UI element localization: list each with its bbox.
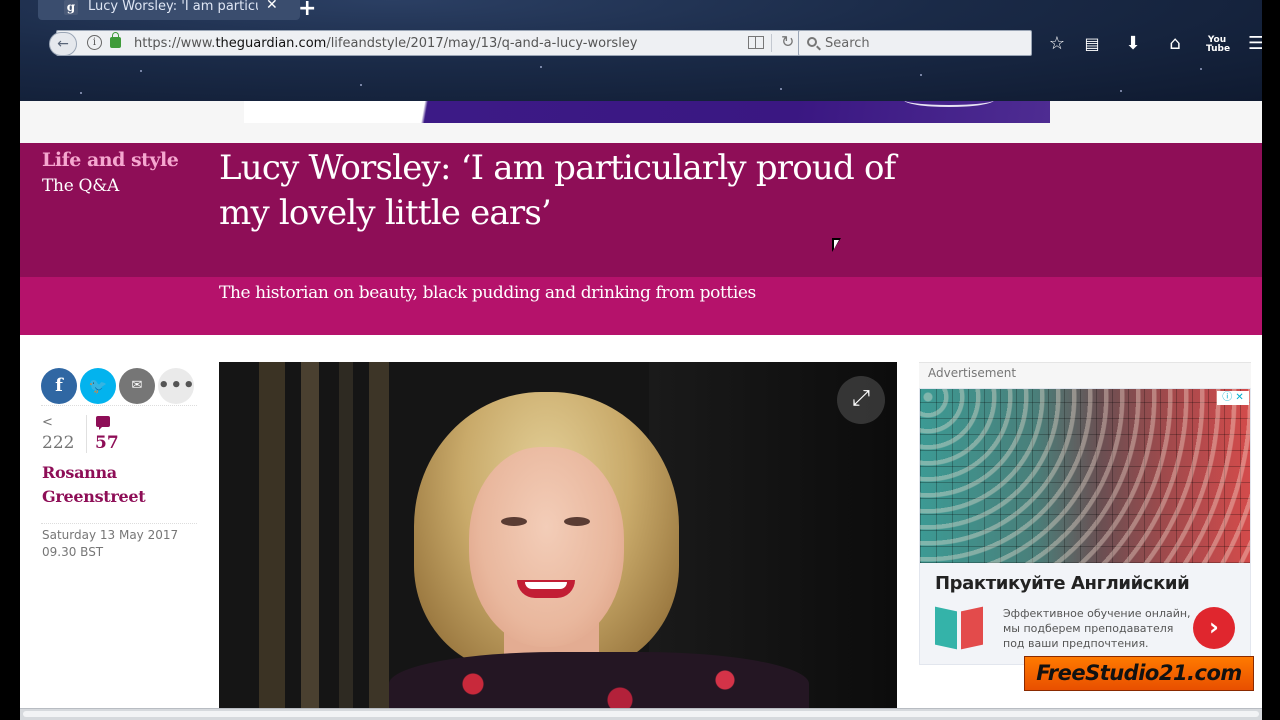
watermark-logo: FreeStudio21.com bbox=[1024, 656, 1254, 691]
article-headline: Lucy Worsley: ‘I am particularly proud o… bbox=[219, 148, 896, 233]
home-icon[interactable]: ⌂ bbox=[1164, 33, 1186, 55]
url-text[interactable]: https://www.theguardian.com/lifeandstyle… bbox=[134, 36, 638, 51]
portrait-eye bbox=[501, 517, 527, 526]
article-standfirst: The historian on beauty, black pudding a… bbox=[219, 283, 756, 303]
date-text: Saturday 13 May 2017 bbox=[42, 528, 179, 542]
meta-divider bbox=[86, 415, 87, 453]
browser-toolbar: g Lucy Worsley: 'I am particul ✕ + i htt… bbox=[20, 0, 1262, 101]
reader-view-icon[interactable] bbox=[748, 36, 764, 49]
section-link[interactable]: Life and style bbox=[42, 149, 179, 171]
address-bar[interactable]: i https://www.theguardian.com/lifeandsty… bbox=[56, 30, 810, 56]
youtube-icon[interactable]: You Tube bbox=[1206, 36, 1230, 58]
time-text: 09.30 BST bbox=[42, 545, 104, 559]
background-doorframe bbox=[259, 362, 285, 708]
back-button[interactable]: ← bbox=[49, 32, 77, 56]
portrait-eye bbox=[564, 517, 590, 526]
download-icon[interactable]: ⬇ bbox=[1122, 33, 1144, 55]
lock-icon bbox=[110, 32, 121, 48]
library-icon[interactable]: ▤ bbox=[1081, 33, 1103, 55]
email-icon: ✉ bbox=[131, 378, 143, 393]
background-doorframe bbox=[339, 362, 353, 708]
url-divider bbox=[771, 34, 772, 52]
byline-divider bbox=[41, 523, 197, 524]
ad-photo-mosaic bbox=[920, 389, 1250, 563]
portrait-face bbox=[469, 447, 624, 647]
share-buttons: f 🐦 ✉ ••• bbox=[41, 368, 197, 406]
guardian-favicon-icon: g bbox=[64, 0, 78, 15]
ad-logo-right-panel bbox=[961, 606, 983, 650]
comment-count-link[interactable]: 57 bbox=[95, 433, 119, 453]
bookmark-star-icon[interactable]: ☆ bbox=[1046, 33, 1068, 55]
new-tab-button[interactable]: + bbox=[298, 0, 316, 21]
url-prefix: https://www. bbox=[134, 36, 216, 51]
url-host: theguardian.com bbox=[215, 36, 327, 51]
watermark-text: FreeStudio21.com bbox=[1036, 661, 1242, 685]
ad-arrow-button[interactable]: › bbox=[1193, 607, 1235, 649]
advertisement-label: Advertisement bbox=[919, 362, 1251, 388]
share-more-button[interactable]: ••• bbox=[158, 368, 196, 404]
twitter-bird-icon: 🐦 bbox=[88, 377, 108, 395]
horizontal-scrollbar[interactable] bbox=[20, 708, 1262, 720]
screen: g Lucy Worsley: 'I am particul ✕ + i htt… bbox=[0, 0, 1280, 720]
search-placeholder: Search bbox=[825, 36, 870, 51]
web-page: Life and style The Q&A Lucy Worsley: ‘I … bbox=[20, 101, 1262, 708]
background-doorframe bbox=[369, 362, 389, 708]
ad-headline: Практикуйте Английский bbox=[935, 573, 1190, 594]
search-icon bbox=[807, 37, 817, 47]
expand-icon: ⤢ bbox=[852, 386, 870, 411]
url-path: /lifeandstyle/2017/may/13/q-and-a-lucy-w… bbox=[326, 36, 638, 51]
expand-image-button[interactable]: ⤢ bbox=[837, 376, 885, 424]
search-box[interactable]: Search bbox=[798, 30, 1032, 56]
comment-icon bbox=[96, 416, 110, 430]
top-banner-ad[interactable] bbox=[244, 101, 1050, 123]
menu-icon[interactable]: ☰ bbox=[1248, 33, 1262, 55]
ad-body-text: Эффективное обучение онлайн, мы подберем… bbox=[1003, 607, 1191, 650]
share-email-button[interactable]: ✉ bbox=[119, 368, 155, 404]
adchoices-close-icon[interactable]: ⓘ ✕ bbox=[1217, 391, 1249, 405]
tab-title: Lucy Worsley: 'I am particul bbox=[88, 0, 258, 14]
side-advertisement[interactable]: ⓘ ✕ Практикуйте Английский Эффективное о… bbox=[919, 388, 1251, 665]
portrait-floral-dress bbox=[389, 652, 809, 708]
more-icon: ••• bbox=[158, 375, 196, 396]
article-main-image[interactable]: ⤢ bbox=[219, 362, 897, 708]
share-facebook-button[interactable]: f bbox=[41, 368, 77, 404]
ad-brand-logo bbox=[935, 605, 987, 651]
publication-date: Saturday 13 May 2017 09.30 BST bbox=[42, 527, 178, 561]
site-info-icon[interactable]: i bbox=[87, 35, 102, 50]
series-link[interactable]: The Q&A bbox=[42, 176, 119, 196]
share-count: 222 bbox=[42, 433, 75, 453]
reload-icon[interactable]: ↻ bbox=[781, 32, 794, 51]
browser-tab[interactable]: g Lucy Worsley: 'I am particul ✕ bbox=[38, 0, 300, 20]
ad-logo-left-panel bbox=[935, 606, 957, 650]
background-doorframe bbox=[301, 362, 319, 708]
byline-author-link[interactable]: Rosanna Greenstreet bbox=[42, 461, 196, 509]
mouse-cursor-icon bbox=[832, 238, 841, 252]
share-count-icon: < bbox=[42, 415, 53, 430]
tab-close-icon[interactable]: ✕ bbox=[266, 0, 278, 12]
share-twitter-button[interactable]: 🐦 bbox=[80, 368, 116, 404]
scrollbar-thumb[interactable] bbox=[23, 711, 1259, 717]
portrait-smile bbox=[517, 580, 575, 598]
